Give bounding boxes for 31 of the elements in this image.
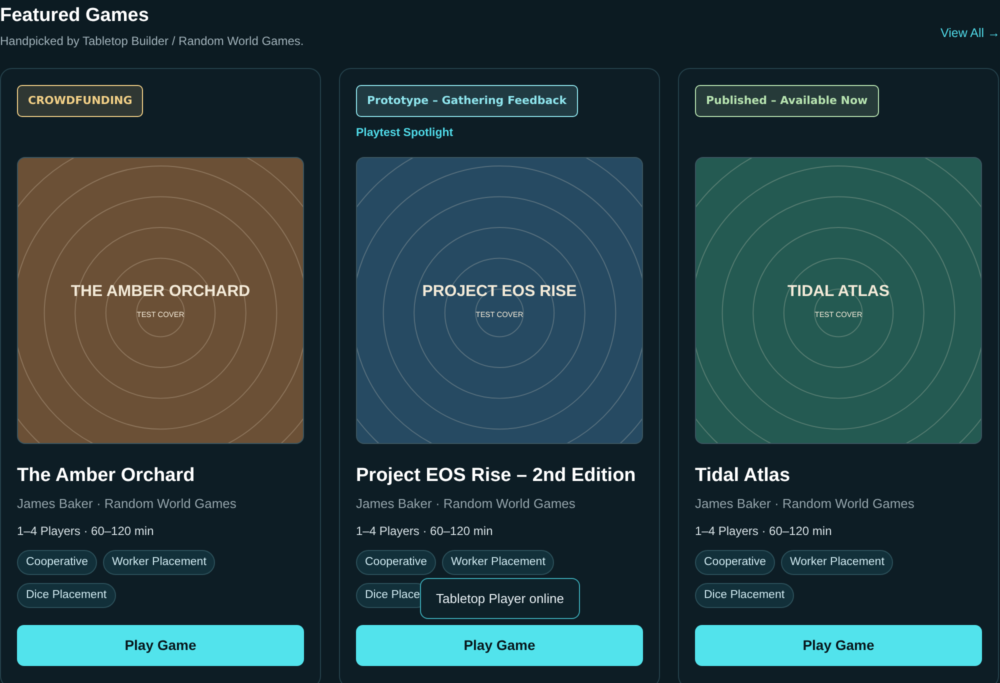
game-title: The Amber Orchard — [17, 464, 196, 488]
tag-chip: Cooperative — [695, 550, 776, 576]
play-game-button[interactable]: Play Game — [17, 625, 304, 666]
game-meta: 1–4 Players · 60–120 min — [356, 522, 494, 540]
game-title: Project EOS Rise – 2nd Edition — [356, 464, 637, 488]
cover-title: THE AMBER ORCHARD — [70, 282, 250, 300]
status-badge: Published – Available Now — [695, 84, 879, 118]
status-badge: CROWDFUNDING — [17, 84, 144, 118]
tag-chip: Worker Placement — [442, 550, 554, 576]
section-subtitle: Handpicked by Tabletop Builder / Random World Games. — [0, 32, 304, 50]
tag-chip: Worker Placement — [103, 550, 216, 576]
play-game-button[interactable]: Play Game — [695, 625, 982, 666]
game-byline: James Baker · Random World Games — [356, 495, 576, 514]
status-badge: Prototype – Gathering Feedback — [356, 84, 578, 118]
tag-chip: Cooperative — [17, 550, 98, 576]
game-byline: James Baker · Random World Games — [17, 495, 238, 514]
tag-chip: Dice Placement — [17, 583, 116, 608]
play-game-button[interactable]: Play Game — [356, 625, 643, 666]
game-meta: 1–4 Players · 60–120 min — [695, 522, 833, 540]
tag-chip: Worker Placement — [781, 550, 894, 576]
section-title: Featured Games — [0, 4, 150, 28]
tag-chip: Dice Placement — [695, 583, 794, 608]
spotlight-label: Playtest Spotlight — [356, 126, 454, 142]
game-byline: James Baker · Random World Games — [695, 495, 916, 514]
view-all-link[interactable]: View All → — [940, 24, 1000, 43]
cover-title: TIDAL ATLAS — [788, 282, 890, 300]
game-title: Tidal Atlas — [695, 464, 792, 488]
game-meta: 1–4 Players · 60–120 min — [17, 522, 155, 540]
tooltip: Tabletop Player online — [420, 578, 580, 620]
tag-chip: Cooperative — [356, 550, 436, 576]
cover-title: PROJECT EOS RISE — [422, 282, 577, 300]
